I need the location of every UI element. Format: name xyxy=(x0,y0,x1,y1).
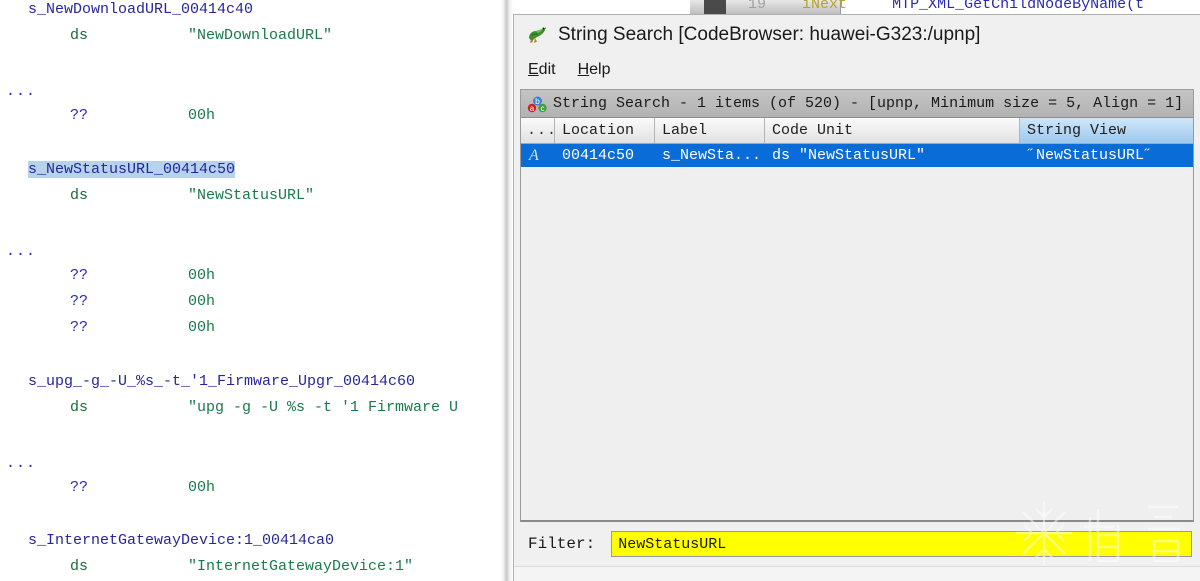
filter-input[interactable] xyxy=(611,531,1192,557)
background-function-call: MTP_XML_GetChildNodeByName(t xyxy=(892,0,1145,13)
listing-label-selected[interactable]: s_NewStatusURL_00414c50 xyxy=(28,161,236,178)
listing-ellipsis[interactable]: ... xyxy=(6,84,36,100)
listing-label-text[interactable]: s_InternetGatewayDevice:1_00414ca0 xyxy=(28,532,334,549)
column-header-label[interactable]: Label xyxy=(655,118,765,143)
column-header-location[interactable]: Location xyxy=(555,118,655,143)
svg-text:b: b xyxy=(535,96,540,106)
listing-mnemonic: ds xyxy=(70,558,89,575)
listing-label-text[interactable]: s_upg_-g_-U_%s_-t_'1_Firmware_Upgr_00414… xyxy=(28,373,415,390)
listing-ellipsis[interactable]: ... xyxy=(6,456,36,472)
dialog-menubar[interactable]: Edit Help xyxy=(514,55,1200,85)
background-code-strip: 19 iNext MTP_XML_GetChildNodeByName(t xyxy=(690,0,1200,14)
listing-label[interactable]: s_InternetGatewayDevice:1_00414ca0 xyxy=(28,533,334,549)
dialog-title: String Search [CodeBrowser: huawei-G323:… xyxy=(558,24,981,45)
listing-instruction[interactable]: ds "NewStatusURL" xyxy=(70,187,314,204)
row-label: s_NewSta... xyxy=(662,147,762,164)
menu-item-help[interactable]: Help xyxy=(578,61,611,79)
background-line-number: 19 xyxy=(748,0,767,13)
results-table[interactable]: ... Location Label Code Unit String View… xyxy=(521,118,1193,520)
background-toolbar-button xyxy=(704,0,726,14)
listing-operand: 00h xyxy=(188,479,216,496)
listing-mnemonic: ?? xyxy=(70,319,89,336)
disassembly-listing-panel[interactable]: s_NewDownloadURL_00414c40ds "NewDownloadU… xyxy=(0,0,500,581)
listing-operand: 00h xyxy=(188,107,216,124)
table-body[interactable]: A 00414c50 s_NewSta... ds "NewStatusURL"… xyxy=(521,144,1193,520)
column-header-string-view[interactable]: String View xyxy=(1020,118,1193,143)
listing-ellipsis[interactable]: ... xyxy=(6,244,36,260)
table-header-row[interactable]: ... Location Label Code Unit String View xyxy=(521,118,1193,144)
listing-label[interactable]: s_NewStatusURL_00414c50 xyxy=(28,161,236,178)
listing-mnemonic: ds xyxy=(70,187,89,204)
row-string-type-icon: A xyxy=(529,146,539,164)
listing-operand: 00h xyxy=(188,319,216,336)
listing-mnemonic: ?? xyxy=(70,479,89,496)
svg-text:c: c xyxy=(541,104,545,113)
listing-mnemonic: ?? xyxy=(70,293,89,310)
listing-mnemonic: ?? xyxy=(70,107,89,124)
row-code-unit: ds "NewStatusURL" xyxy=(772,147,926,164)
dialog-titlebar[interactable]: String Search [CodeBrowser: huawei-G323:… xyxy=(514,15,1200,55)
menu-item-edit[interactable]: Edit xyxy=(528,61,556,79)
dialog-bottom-padding xyxy=(514,566,1200,581)
listing-label[interactable]: s_NewDownloadURL_00414c40 xyxy=(28,2,253,18)
listing-label[interactable]: s_upg_-g_-U_%s_-t_'1_Firmware_Upgr_00414… xyxy=(28,374,415,390)
listing-instruction[interactable]: ds "upg -g -U %s -t '1 Firmware U xyxy=(70,399,458,416)
filter-label: Filter: xyxy=(528,535,596,553)
panel-divider[interactable] xyxy=(500,0,513,581)
column-header-code-unit[interactable]: Code Unit xyxy=(765,118,1020,143)
row-location: 00414c50 xyxy=(562,147,635,164)
listing-mnemonic: ds xyxy=(70,399,89,416)
listing-instruction[interactable]: ds "InternetGatewayDevice:1" xyxy=(70,558,413,575)
svg-text:a: a xyxy=(530,104,535,113)
table-row[interactable]: A 00414c50 s_NewSta... ds "NewStatusURL"… xyxy=(521,144,1193,167)
listing-operand: "NewStatusURL" xyxy=(188,187,315,204)
listing-operand: "InternetGatewayDevice:1" xyxy=(188,558,414,575)
listing-instruction[interactable]: ?? 00h xyxy=(70,293,215,310)
string-search-dialog[interactable]: String Search [CodeBrowser: huawei-G323:… xyxy=(513,14,1200,581)
results-panel: a b c String Search - 1 items (of 520) -… xyxy=(520,89,1194,522)
listing-operand: 00h xyxy=(188,267,216,284)
listing-label-text[interactable]: s_NewDownloadURL_00414c40 xyxy=(28,1,253,18)
listing-instruction[interactable]: ?? 00h xyxy=(70,267,215,284)
ghidra-dragon-icon xyxy=(526,25,548,45)
row-string-view: ˝NewStatusURL˝ xyxy=(1027,147,1154,164)
listing-ellipsis-text: ... xyxy=(6,243,37,260)
listing-operand: "upg -g -U %s -t '1 Firmware U xyxy=(188,399,459,416)
listing-ellipsis-text: ... xyxy=(6,83,37,100)
listing-operand: 00h xyxy=(188,293,216,310)
results-summary-text: String Search - 1 items (of 520) - [upnp… xyxy=(553,95,1184,112)
listing-instruction[interactable]: ds "NewDownloadURL" xyxy=(70,27,332,44)
listing-instruction[interactable]: ?? 00h xyxy=(70,479,215,496)
listing-mnemonic: ?? xyxy=(70,267,89,284)
abc-string-icon: a b c xyxy=(527,95,547,113)
listing-ellipsis-text: ... xyxy=(6,455,37,472)
listing-mnemonic: ds xyxy=(70,27,89,44)
results-panel-header: a b c String Search - 1 items (of 520) -… xyxy=(521,90,1193,118)
background-variable: iNext xyxy=(802,0,848,13)
column-header-icon[interactable]: ... xyxy=(521,118,555,143)
filter-row[interactable]: Filter: xyxy=(514,522,1200,566)
listing-instruction[interactable]: ?? 00h xyxy=(70,107,215,124)
listing-operand: "NewDownloadURL" xyxy=(188,27,333,44)
listing-instruction[interactable]: ?? 00h xyxy=(70,319,215,336)
background-clipped-code: 19 iNext MTP_XML_GetChildNodeByName(t xyxy=(748,0,1144,13)
